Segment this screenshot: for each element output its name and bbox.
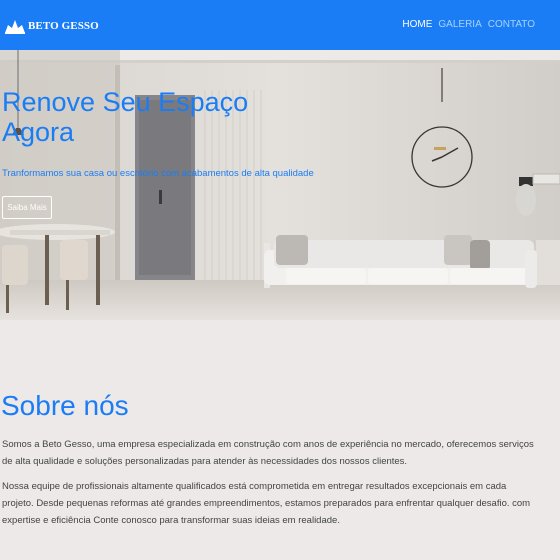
brand[interactable]: BETO GESSO: [4, 16, 99, 36]
house-logo-icon: [5, 20, 25, 34]
hero-section: Renove Seu Espaço Agora Tranformamos sua…: [0, 50, 560, 320]
nav-home[interactable]: HOME: [402, 19, 432, 30]
saiba-mais-button[interactable]: Saiba Mais: [2, 196, 52, 219]
about-title: Sobre nós: [1, 390, 129, 421]
about-paragraph-2: Nossa equipe de profissionais altamente …: [2, 481, 531, 526]
about-paragraph-1: Somos a Beto Gesso, uma empresa especial…: [2, 439, 534, 467]
nav-galeria[interactable]: GALERIA: [438, 19, 481, 30]
nav-menu: HOME GALERIA CONTATO: [402, 19, 535, 30]
nav-contato[interactable]: CONTATO: [488, 19, 535, 30]
hero-title: Renove Seu Espaço Agora: [2, 87, 249, 147]
navbar: BETO GESSO HOME GALERIA CONTATO: [0, 0, 560, 50]
hero-subtitle: Tranformamos sua casa ou escritório com …: [2, 168, 314, 179]
brand-name: BETO GESSO: [28, 20, 99, 32]
